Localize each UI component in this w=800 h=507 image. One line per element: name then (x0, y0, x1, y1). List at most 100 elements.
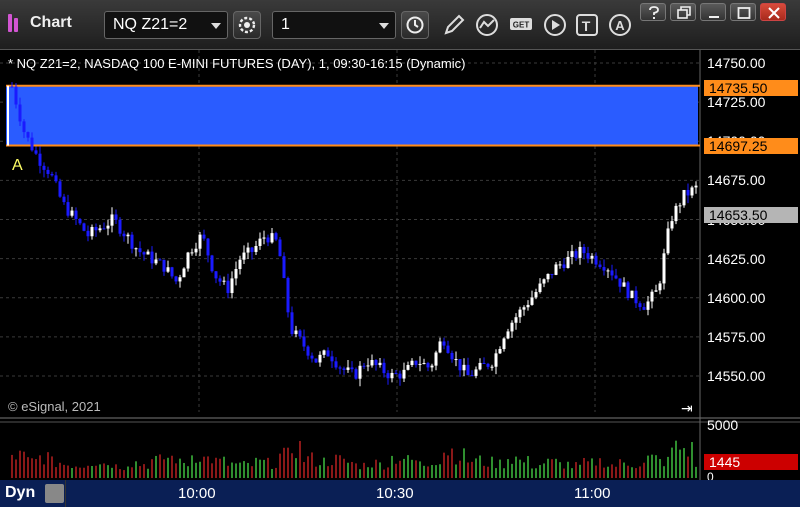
candle-up[interactable] (234, 269, 238, 279)
candle-down[interactable] (170, 267, 174, 277)
zone-band[interactable] (6, 85, 698, 146)
candle-up[interactable] (322, 350, 326, 355)
candle-down[interactable] (626, 282, 630, 299)
candle-up[interactable] (578, 246, 582, 258)
candle-down[interactable] (174, 276, 178, 282)
candle-down[interactable] (638, 303, 642, 308)
lock-icon[interactable] (45, 484, 64, 503)
candle-up[interactable] (606, 270, 610, 272)
candle-down[interactable] (686, 189, 690, 196)
candle-down[interactable] (50, 173, 54, 176)
candle-up[interactable] (246, 247, 250, 253)
candle-down[interactable] (442, 341, 446, 346)
candle-up[interactable] (630, 290, 634, 299)
candle-up[interactable] (146, 251, 150, 255)
candle-up[interactable] (650, 291, 654, 302)
candle-up[interactable] (674, 205, 678, 222)
candle-up[interactable] (534, 292, 538, 298)
candle-up[interactable] (410, 360, 414, 366)
candle-down[interactable] (426, 363, 430, 368)
candle-down[interactable] (82, 223, 86, 231)
candle-down[interactable] (142, 252, 146, 255)
candle-up[interactable] (90, 226, 94, 237)
candle-up[interactable] (678, 205, 682, 207)
symbol-combo[interactable]: NQ Z21=2 (104, 11, 228, 39)
candle-up[interactable] (422, 363, 426, 365)
candle-down[interactable] (138, 248, 142, 253)
candle-down[interactable] (614, 275, 618, 279)
candle-down[interactable] (34, 150, 38, 154)
candle-down[interactable] (162, 259, 166, 272)
candle-down[interactable] (446, 345, 450, 353)
candle-up[interactable] (98, 228, 102, 231)
time-axis[interactable]: 10:00 10:30 11:00 (66, 480, 800, 507)
candle-down[interactable] (26, 132, 30, 138)
candle-up[interactable] (434, 352, 438, 366)
candle-down[interactable] (466, 364, 470, 376)
candle-down[interactable] (278, 239, 282, 257)
candle-up[interactable] (542, 279, 546, 284)
candle-down[interactable] (150, 251, 154, 264)
symbol-settings-button[interactable] (233, 11, 261, 39)
candle-up[interactable] (498, 349, 502, 354)
candle-down[interactable] (610, 270, 614, 276)
candle-down[interactable] (114, 214, 118, 220)
candle-up[interactable] (318, 354, 322, 363)
candle-up[interactable] (230, 278, 234, 294)
interval-value[interactable]: 1 (281, 16, 290, 34)
candle-up[interactable] (222, 280, 226, 282)
candle-down[interactable] (130, 234, 134, 249)
interval-settings-button[interactable] (401, 11, 429, 39)
chart-canvas[interactable] (0, 50, 800, 507)
candle-down[interactable] (282, 256, 286, 278)
candle-up[interactable] (570, 251, 574, 257)
candle-up[interactable] (590, 255, 594, 259)
candle-down[interactable] (74, 210, 78, 220)
candle-up[interactable] (430, 365, 434, 368)
candle-up[interactable] (622, 282, 626, 287)
candle-down[interactable] (206, 238, 210, 256)
candle-down[interactable] (642, 307, 646, 310)
candle-down[interactable] (618, 278, 622, 287)
candle-down[interactable] (18, 104, 22, 122)
candle-down[interactable] (586, 253, 590, 259)
marker-a[interactable]: A (12, 157, 23, 175)
candle-up[interactable] (254, 245, 258, 252)
candle-up[interactable] (462, 364, 466, 371)
candle-up[interactable] (238, 259, 242, 270)
candle-up[interactable] (658, 283, 662, 291)
candle-down[interactable] (102, 228, 106, 230)
candle-down[interactable] (42, 165, 46, 170)
candle-up[interactable] (262, 237, 266, 239)
candle-down[interactable] (354, 369, 358, 379)
candle-up[interactable] (646, 301, 650, 310)
candle-up[interactable] (294, 330, 298, 335)
candle-down[interactable] (158, 259, 162, 261)
candle-down[interactable] (394, 372, 398, 374)
candle-up[interactable] (454, 359, 458, 361)
candle-down[interactable] (10, 86, 14, 88)
candle-up[interactable] (358, 365, 362, 379)
candle-down[interactable] (274, 233, 278, 240)
candle-up[interactable] (134, 248, 138, 250)
candle-down[interactable] (46, 169, 50, 174)
candle-up[interactable] (670, 221, 674, 229)
candle-down[interactable] (414, 360, 418, 365)
candle-up[interactable] (690, 187, 694, 196)
candle-up[interactable] (378, 362, 382, 366)
help-button[interactable] (640, 3, 666, 21)
candle-down[interactable] (14, 86, 18, 105)
candle-down[interactable] (362, 365, 366, 367)
candle-up[interactable] (366, 365, 370, 367)
candle-up[interactable] (554, 264, 558, 275)
candle-down[interactable] (202, 234, 206, 239)
candle-down[interactable] (458, 359, 462, 371)
candle-down[interactable] (314, 358, 318, 363)
candle-down[interactable] (218, 278, 222, 282)
candle-up[interactable] (510, 322, 514, 332)
candle-down[interactable] (310, 355, 314, 359)
candle-down[interactable] (374, 360, 378, 366)
candle-down[interactable] (30, 137, 34, 151)
candle-up[interactable] (494, 353, 498, 367)
get-data-button[interactable]: GET (506, 10, 536, 40)
